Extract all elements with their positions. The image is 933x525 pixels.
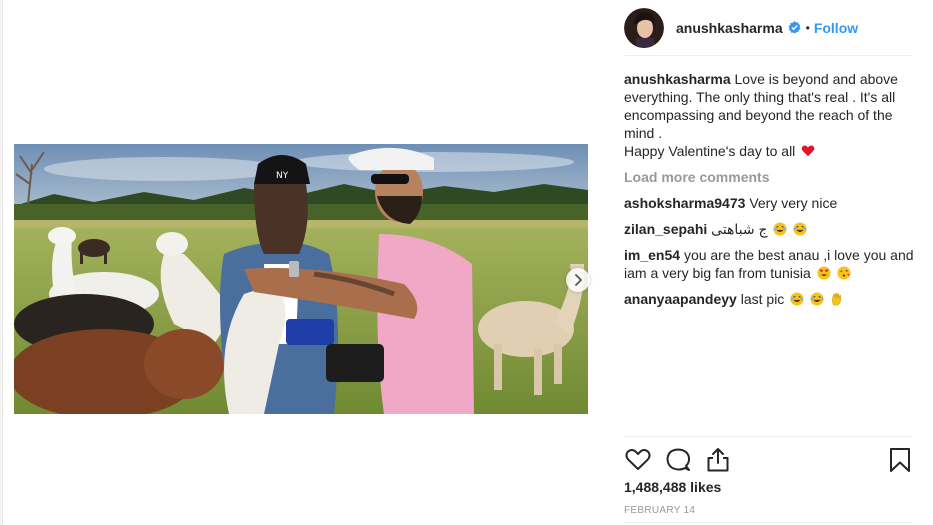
load-more-comments[interactable]: Load more comments bbox=[624, 168, 914, 186]
comment-item: im_en54 you are the best anau ,i love yo… bbox=[624, 246, 914, 282]
comment-item: ananyaapandeyy last pic bbox=[624, 290, 914, 308]
comment-username[interactable]: zilan_sepahi bbox=[624, 221, 707, 237]
svg-text:NY: NY bbox=[276, 171, 289, 181]
next-photo-button[interactable] bbox=[566, 268, 590, 292]
comment-bubble-icon[interactable] bbox=[664, 446, 692, 474]
caption-text-line2: Happy Valentine's day to all bbox=[624, 143, 796, 159]
divider bbox=[624, 522, 912, 523]
comment-username[interactable]: ashoksharma9473 bbox=[624, 195, 745, 211]
comment-item: zilan_sepahi ج شباهتی bbox=[624, 220, 914, 238]
like-heart-icon[interactable] bbox=[624, 446, 652, 474]
post-sidebar: anushkasharma • Follow anushkasharma Lov… bbox=[605, 0, 933, 525]
share-icon[interactable] bbox=[704, 446, 732, 474]
comment-text: last pic bbox=[740, 291, 785, 307]
likes-count[interactable]: 1,488,488 likes bbox=[624, 479, 721, 495]
author-avatar[interactable] bbox=[624, 7, 664, 48]
laughing-tears-emoji bbox=[810, 292, 824, 306]
comment-username[interactable]: ananyaapandeyy bbox=[624, 291, 737, 307]
post-actions-bar bbox=[624, 436, 912, 476]
follow-button[interactable]: Follow bbox=[814, 20, 858, 36]
post-date[interactable]: FEBRUARY 14 bbox=[624, 505, 695, 516]
post-photo[interactable]: NY bbox=[14, 144, 588, 414]
laughing-tears-emoji bbox=[773, 222, 788, 236]
post-header: anushkasharma • Follow bbox=[624, 0, 912, 56]
laughing-tears-emoji bbox=[790, 292, 804, 306]
post-media-pane: NY bbox=[0, 0, 605, 525]
comment-item: ashoksharma9473 Very very nice bbox=[624, 194, 914, 212]
verified-badge-icon bbox=[788, 21, 801, 34]
avatar-image bbox=[624, 7, 664, 48]
bookmark-icon[interactable] bbox=[886, 446, 914, 474]
comments-section: anushkasharma Love is beyond and above e… bbox=[624, 70, 914, 308]
post-caption: anushkasharma Love is beyond and above e… bbox=[624, 70, 914, 160]
laughing-tears-emoji bbox=[793, 222, 807, 236]
photo-illustration: NY bbox=[14, 144, 588, 414]
raised-hand-emoji bbox=[832, 293, 842, 306]
chevron-right-icon bbox=[575, 274, 582, 286]
comment-username[interactable]: im_en54 bbox=[624, 247, 680, 263]
comment-text: Very very nice bbox=[749, 195, 838, 211]
caption-username[interactable]: anushkasharma bbox=[624, 71, 731, 87]
author-username[interactable]: anushkasharma bbox=[676, 20, 783, 36]
comment-text: ج شباهتی bbox=[711, 221, 768, 237]
window-left-edge bbox=[0, 0, 3, 525]
separator-dot: • bbox=[805, 20, 810, 35]
blowing-kiss-emoji bbox=[836, 266, 851, 280]
heart-icon bbox=[801, 145, 815, 157]
heart-eyes-emoji bbox=[817, 266, 831, 280]
